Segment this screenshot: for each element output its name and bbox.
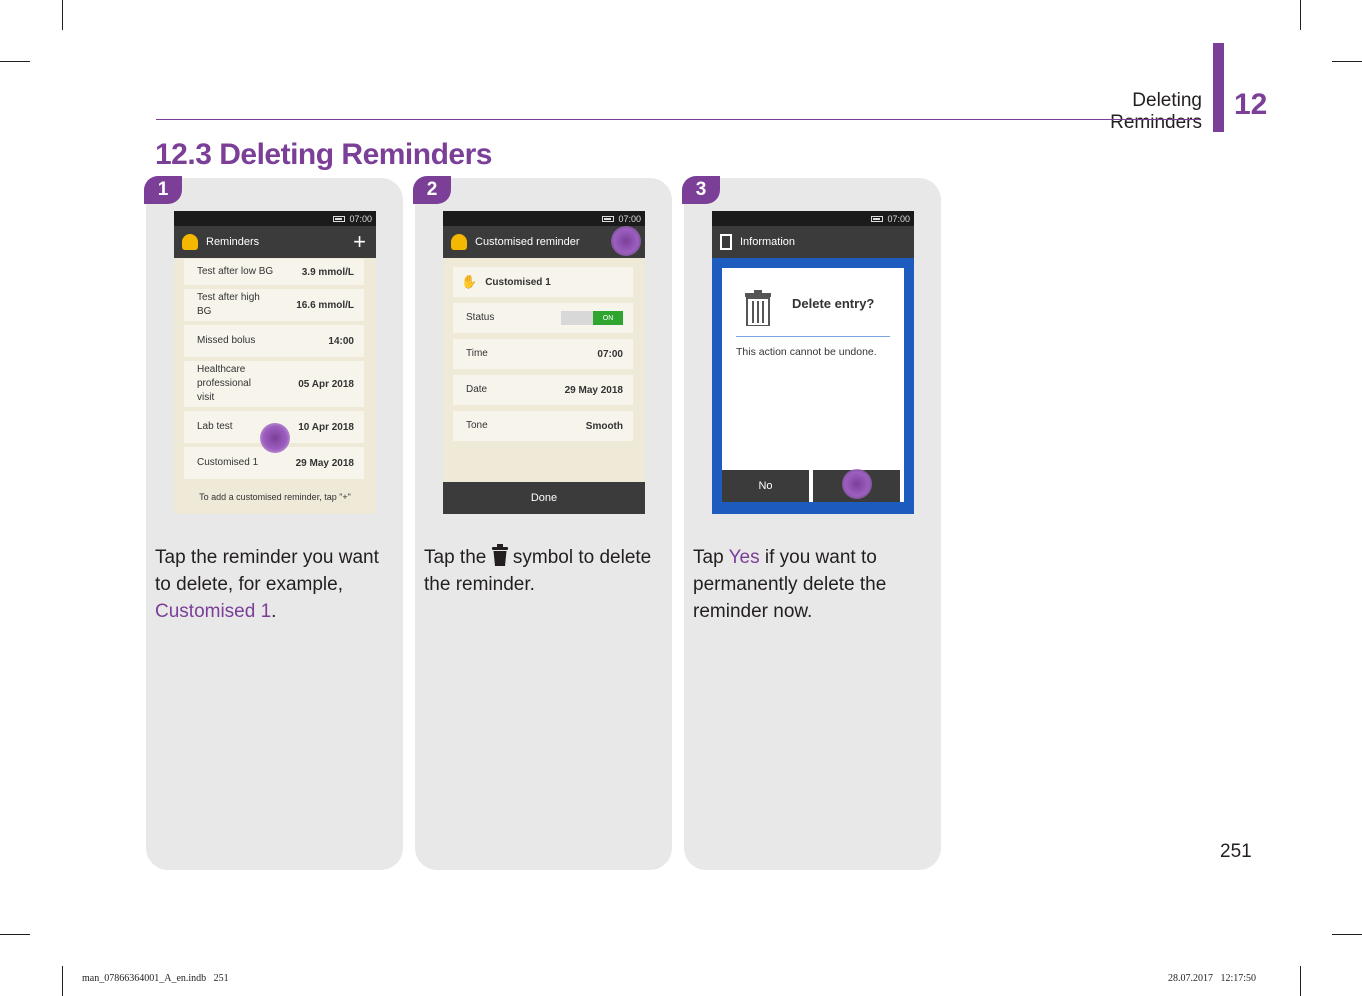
- screen-title: Information: [740, 236, 796, 248]
- running-title: Deleting Reminders: [1110, 90, 1202, 133]
- trash-icon: [745, 290, 771, 326]
- list-item[interactable]: Test after low BG 3.9 mmol/L: [184, 259, 364, 285]
- page-number: 251: [1220, 841, 1252, 862]
- section-title: 12.3 Deleting Reminders: [155, 138, 492, 171]
- trash-icon: [491, 544, 508, 566]
- clock: 07:00: [887, 213, 910, 224]
- highlight-term: Yes: [728, 547, 760, 568]
- tap-indicator: [842, 469, 872, 499]
- confirm-dialog: Delete entry? This action cannot be undo…: [722, 268, 904, 502]
- status-bar: 07:00: [174, 211, 376, 226]
- crop-mark: [1300, 0, 1301, 30]
- crop-mark: [0, 934, 30, 935]
- add-icon[interactable]: +: [353, 231, 366, 253]
- app-bar: Reminders +: [174, 226, 376, 258]
- info-icon: [720, 234, 732, 250]
- tone-row[interactable]: Tone Smooth: [453, 411, 633, 441]
- print-slug-file: man_07866364001_A_en.indb 251: [82, 973, 229, 984]
- step-instruction: Tap the symbol to delete the reminder.: [424, 544, 664, 598]
- step-card-3: 3 07:00 Information Delete entry? This a…: [682, 176, 941, 870]
- device-screen: 07:00 Customised reminder ✋ Customised 1…: [443, 211, 645, 514]
- date-row[interactable]: Date 29 May 2018: [453, 375, 633, 405]
- step-card-1: 1 07:00 Reminders + Test after low BG 3.…: [144, 176, 403, 870]
- dialog-backdrop: Delete entry? This action cannot be undo…: [712, 258, 914, 514]
- crop-mark: [1300, 966, 1301, 996]
- bell-icon: [451, 234, 467, 250]
- header-rule: [156, 119, 1200, 120]
- step-instruction: Tap the reminder you want to delete, for…: [155, 547, 379, 622]
- step-card-2: 2 07:00 Customised reminder ✋ Customised…: [413, 176, 672, 870]
- crop-mark: [1332, 61, 1362, 62]
- battery-icon: [871, 215, 884, 222]
- done-button[interactable]: Done: [443, 482, 645, 514]
- list-item[interactable]: Healthcare professional visit 05 Apr 201…: [184, 361, 364, 407]
- dialog-title: Delete entry?: [792, 296, 875, 311]
- chapter-tab: [1213, 43, 1224, 132]
- time-row[interactable]: Time 07:00: [453, 339, 633, 369]
- reminder-name-row[interactable]: ✋ Customised 1: [453, 267, 633, 297]
- screen-title: Reminders: [206, 236, 260, 248]
- status-bar: 07:00: [443, 211, 645, 226]
- device-screen: 07:00 Information Delete entry? This act…: [712, 211, 914, 514]
- no-button[interactable]: No: [722, 470, 809, 502]
- chapter-number: 12: [1234, 88, 1268, 121]
- crop-mark: [62, 966, 63, 996]
- status-bar: 07:00: [712, 211, 914, 226]
- step-badge: 3: [682, 176, 720, 204]
- list-item[interactable]: Missed bolus 14:00: [184, 325, 364, 357]
- highlight-term: Customised 1: [155, 601, 272, 622]
- crop-mark: [62, 0, 63, 30]
- crop-mark: [1332, 934, 1362, 935]
- app-bar: Information: [712, 226, 914, 258]
- crop-mark: [0, 61, 30, 62]
- hand-icon: ✋: [461, 274, 478, 289]
- status-toggle[interactable]: ON: [561, 311, 623, 325]
- clock: 07:00: [618, 213, 641, 224]
- bell-icon: [182, 234, 198, 250]
- step-badge: 1: [144, 176, 182, 204]
- screen-title: Customised reminder: [475, 236, 580, 248]
- tap-indicator: [260, 423, 290, 453]
- battery-icon: [602, 215, 615, 222]
- status-row[interactable]: Status ON: [453, 303, 633, 333]
- delete-tap-indicator[interactable]: [611, 226, 641, 256]
- battery-icon: [333, 215, 346, 222]
- step-instruction: Tap Yes if you want to permanently delet…: [693, 547, 887, 622]
- clock: 07:00: [349, 213, 372, 224]
- dialog-message: This action cannot be undone.: [736, 346, 877, 358]
- screen-hint: To add a customised reminder, tap "+": [199, 492, 351, 502]
- dialog-divider: [736, 336, 890, 337]
- device-screen: 07:00 Reminders + Test after low BG 3.9 …: [174, 211, 376, 514]
- step-badge: 2: [413, 176, 451, 204]
- list-item[interactable]: Test after high BG 16.6 mmol/L: [184, 289, 364, 321]
- print-slug-date: 28.07.2017 12:17:50: [1168, 973, 1257, 984]
